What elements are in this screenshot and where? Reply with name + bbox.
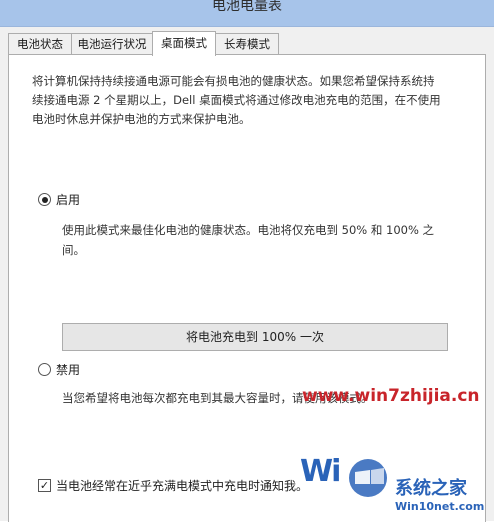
notify-checkbox[interactable]: ✓ xyxy=(38,479,51,492)
enable-radio-label[interactable]: 启用 xyxy=(56,191,80,208)
enable-radio[interactable] xyxy=(38,193,51,206)
enable-desc-line-2: 间。 xyxy=(62,243,85,257)
tab-battery-health[interactable]: 电池运行状况 xyxy=(71,33,153,54)
notify-checkbox-label[interactable]: 当电池经常在近乎充满电模式中充电时通知我。 xyxy=(56,477,308,494)
battery-meter-window: 电池电量表 电池状态 电池运行状况 桌面模式 长寿模式 将计算机保持持续接通电源… xyxy=(0,0,494,522)
window-title: 电池电量表 xyxy=(212,0,282,14)
disable-radio-label[interactable]: 禁用 xyxy=(56,361,80,378)
intro-line-1: 将计算机保持持续接通电源可能会有损电池的健康状态。如果您希望保持系统持 xyxy=(32,74,435,88)
tab-longevity-mode[interactable]: 长寿模式 xyxy=(215,33,279,54)
disable-desc: 当您希望将电池每次都充电到其最大容量时，请使用该模式。 xyxy=(62,391,373,405)
tab-desktop-mode[interactable]: 桌面模式 xyxy=(152,31,216,56)
enable-desc-line-1: 使用此模式来最佳化电池的健康状态。电池将仅充电到 50% 和 100% 之 xyxy=(62,223,435,237)
tab-battery-status[interactable]: 电池状态 xyxy=(8,33,72,54)
title-bar[interactable]: 电池电量表 xyxy=(0,0,494,27)
intro-line-2: 续接通电源 2 个星期以上，Dell 桌面模式将通过修改电池充电的范围，在不使用 xyxy=(32,93,441,107)
desktop-mode-panel: 将计算机保持持续接通电源可能会有损电池的健康状态。如果您希望保持系统持 续接通电… xyxy=(8,54,486,522)
intro-line-3: 电池时休息并保护电池的方式来保护电池。 xyxy=(32,112,251,126)
charge-to-100-once-button[interactable]: 将电池充电到 100% 一次 xyxy=(62,323,448,351)
disable-radio[interactable] xyxy=(38,363,51,376)
